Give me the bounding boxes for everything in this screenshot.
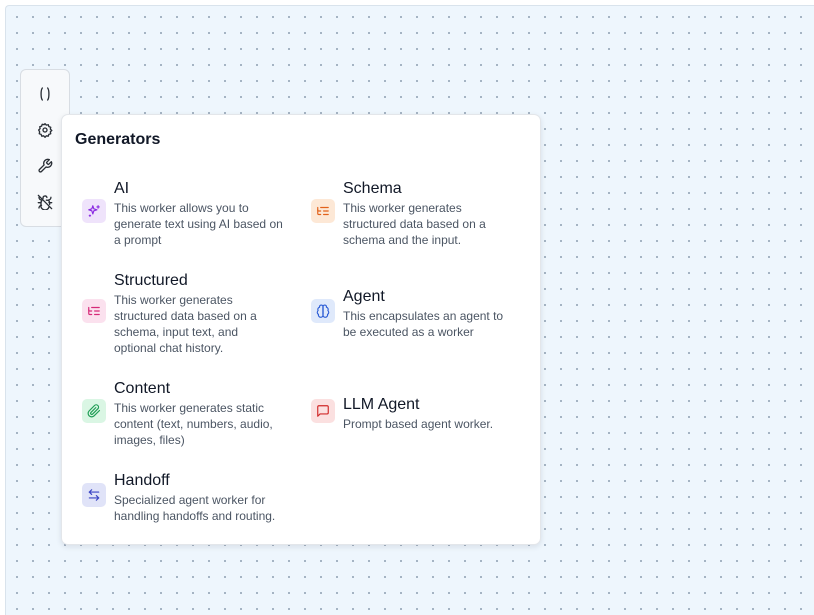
- generator-name: Structured: [114, 272, 188, 289]
- settings-icon: [37, 122, 53, 138]
- settings-button[interactable]: [35, 120, 55, 140]
- list-tree-icon: [311, 199, 335, 223]
- message-square-icon: [311, 399, 335, 423]
- brain-icon: [311, 299, 335, 323]
- panel-title: Generators: [75, 131, 161, 148]
- generator-item-structured[interactable]: Structured This worker generates structu…: [82, 271, 282, 357]
- generator-name: AI: [114, 180, 130, 197]
- generator-item-schema[interactable]: Schema This worker generates structured …: [311, 179, 511, 249]
- braces-icon: [37, 86, 53, 102]
- generator-description: This worker generates static content (te…: [114, 401, 273, 447]
- sparkles-icon: [82, 199, 106, 223]
- generator-description: Specialized agent worker for handling ha…: [114, 493, 276, 523]
- generator-name: Content: [114, 380, 171, 397]
- debug-button[interactable]: [35, 192, 55, 212]
- generator-description: Prompt based agent worker.: [343, 417, 494, 431]
- variables-button[interactable]: [35, 84, 55, 104]
- list-tree-icon: [82, 299, 106, 323]
- generator-description: This encapsulates an agent to be execute…: [343, 309, 504, 339]
- generator-item-ai[interactable]: AI This worker allows you to generate te…: [82, 179, 283, 249]
- paperclip-icon: [82, 399, 106, 423]
- generator-item-handoff[interactable]: Handoff Specialized agent worker for han…: [82, 471, 292, 525]
- generators-panel: Generators AI This worker allows you to …: [61, 114, 541, 545]
- arrow-left-right-icon: [82, 483, 106, 507]
- generator-name: Schema: [343, 180, 402, 197]
- wrench-icon: [37, 158, 53, 174]
- bug-off-icon: [37, 194, 53, 210]
- generator-name: Agent: [343, 288, 385, 305]
- generator-description: This worker generates structured data ba…: [114, 293, 257, 355]
- generator-item-agent[interactable]: Agent This encapsulates an agent to be e…: [311, 287, 511, 341]
- generator-item-llm-agent[interactable]: LLM Agent Prompt based agent worker.: [311, 395, 511, 433]
- generator-item-content[interactable]: Content This worker generates static con…: [82, 379, 282, 449]
- generator-name: Handoff: [114, 472, 170, 489]
- generator-description: This worker generates structured data ba…: [343, 201, 486, 247]
- generator-description: This worker allows you to generate text …: [114, 201, 283, 247]
- tools-button[interactable]: [35, 156, 55, 176]
- generator-name: LLM Agent: [343, 396, 420, 413]
